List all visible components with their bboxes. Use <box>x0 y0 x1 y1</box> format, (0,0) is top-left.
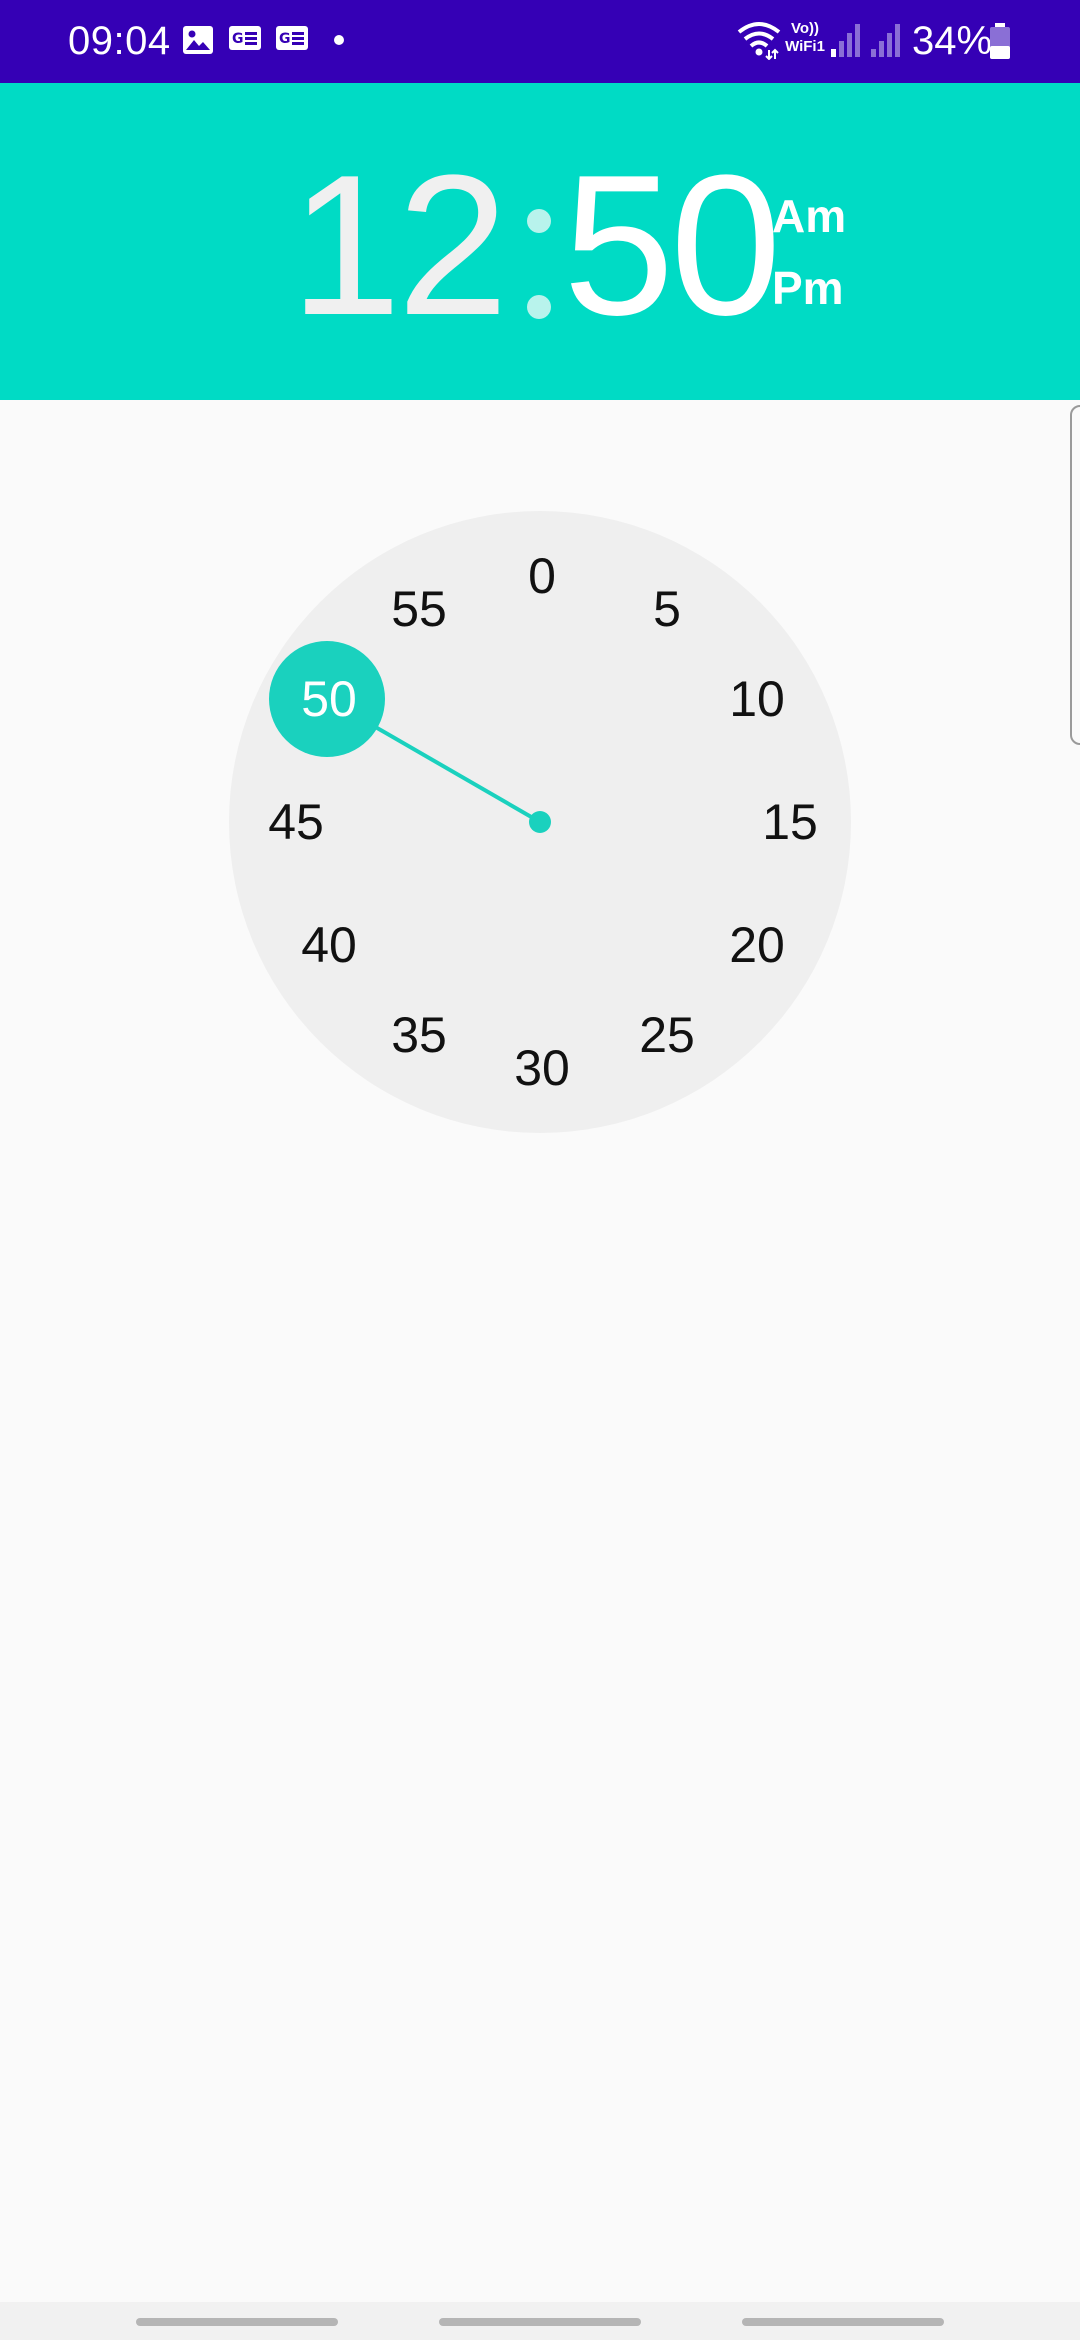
home-button[interactable] <box>439 2318 641 2326</box>
battery-percentage: 34% <box>912 19 993 63</box>
hour-display[interactable]: 12 <box>290 146 508 346</box>
dial-number-55[interactable]: 55 <box>369 579 469 639</box>
am-toggle[interactable]: Am <box>772 190 846 242</box>
dial-number-0[interactable]: 0 <box>492 546 592 606</box>
edge-panel-handle[interactable] <box>1070 405 1080 745</box>
image-icon <box>182 25 214 60</box>
dial-number-20[interactable]: 20 <box>707 915 807 975</box>
dial-number-15[interactable]: 15 <box>740 792 840 852</box>
news-icon: G <box>275 25 309 56</box>
dial-number-5[interactable]: 5 <box>617 579 717 639</box>
colon-dot-top <box>527 209 551 233</box>
pm-toggle[interactable]: Pm <box>772 262 844 314</box>
dial-number-35[interactable]: 35 <box>369 1005 469 1065</box>
navigation-bar <box>0 2302 1080 2340</box>
news-icon: G <box>228 25 262 56</box>
dial-number-50[interactable]: 50 <box>279 669 379 729</box>
minute-display[interactable]: 50 <box>563 146 781 346</box>
battery-icon <box>988 22 1012 65</box>
dial-number-10[interactable]: 10 <box>707 669 807 729</box>
signal-icon <box>870 22 904 63</box>
time-header <box>0 83 1080 400</box>
back-button[interactable] <box>742 2318 944 2326</box>
status-bar: 09:04 G G Vo)) WiFi1 34% <box>0 0 1080 83</box>
svg-text:G: G <box>279 31 291 47</box>
wifi-icon <box>737 20 781 65</box>
dial-number-25[interactable]: 25 <box>617 1005 717 1065</box>
status-time: 09:04 <box>68 19 171 63</box>
dial-number-30[interactable]: 30 <box>492 1038 592 1098</box>
volte-wifi-icon: Vo)) WiFi1 <box>785 20 825 55</box>
signal-icon <box>830 22 864 63</box>
colon-dot-bottom <box>527 295 551 319</box>
dial-number-45[interactable]: 45 <box>246 792 346 852</box>
recents-button[interactable] <box>136 2318 338 2326</box>
more-notifications-dot <box>334 35 344 45</box>
dial-number-40[interactable]: 40 <box>279 915 379 975</box>
svg-text:G: G <box>232 31 244 47</box>
